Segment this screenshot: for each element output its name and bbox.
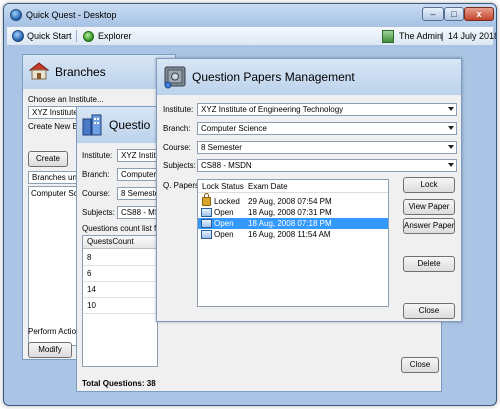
qp-course-value: 8 Semester	[201, 143, 242, 152]
modify-button[interactable]: Modify	[28, 342, 72, 358]
q-institute-label: Institute:	[82, 151, 113, 160]
paper-status: Open	[214, 230, 234, 239]
chevron-down-icon	[448, 145, 454, 149]
menu-explorer[interactable]: Explorer	[98, 29, 132, 44]
menu-bar: Quick Start Explorer The Admin | 14 July…	[6, 26, 497, 46]
close-button[interactable]: x	[464, 7, 494, 21]
choose-institute-label: Choose an Institute...	[28, 95, 104, 104]
paper-status: Open	[214, 208, 234, 217]
paper-status: Locked	[214, 197, 240, 206]
qp-institute-value: XYZ Institute of Engineering Technology	[201, 105, 344, 114]
papers-list-header: Lock Status Exam Date	[198, 180, 388, 193]
table-row[interactable]: 6	[83, 266, 157, 282]
qp-header: Question Papers Management	[157, 59, 461, 95]
total-questions: Total Questions: 38	[82, 379, 156, 388]
menu-divider	[76, 30, 77, 42]
safe-icon	[162, 65, 188, 89]
current-date: 14 July 2018	[448, 31, 497, 41]
q-subjects-label: Subjects:	[82, 208, 115, 217]
branches-header: Branches	[23, 55, 175, 89]
folder-icon	[201, 230, 212, 239]
chevron-down-icon	[448, 163, 454, 167]
qp-papers-label: Q. Papers	[163, 181, 200, 190]
paper-date: 29 Aug, 2008 07:54 PM	[248, 197, 332, 206]
qp-branch-label: Branch:	[163, 124, 191, 133]
app-icon	[10, 9, 22, 21]
chevron-down-icon	[448, 107, 454, 111]
folder-icon	[201, 219, 212, 228]
qp-institute-combo[interactable]: XYZ Institute of Engineering Technology	[197, 103, 457, 116]
chevron-down-icon	[448, 126, 454, 130]
q-branch-combo[interactable]: Computer Sc	[117, 168, 157, 181]
paper-date: 18 Aug, 2008 07:31 PM	[248, 208, 332, 217]
user-name: The Admin	[399, 31, 443, 41]
menu-quick-start[interactable]: Quick Start	[27, 29, 72, 44]
window-title: Quick Quest - Desktop	[26, 10, 117, 20]
column-header-questscount[interactable]: QuestsCount	[83, 236, 157, 249]
qp-branch-combo[interactable]: Computer Science	[197, 122, 457, 135]
q-course-combo[interactable]: 8 Semester	[117, 187, 157, 200]
maximize-button[interactable]: □	[444, 7, 464, 21]
questions-title: Questio	[109, 118, 151, 132]
main-window: Quick Quest - Desktop – □ x Quick Start …	[3, 3, 497, 406]
qp-institute-label: Institute:	[163, 105, 194, 114]
table-row[interactable]: 8	[83, 250, 157, 266]
list-item[interactable]: Open 18 Aug, 2008 07:31 PM	[198, 207, 388, 218]
folder-icon	[201, 208, 212, 217]
questions-header: Questio	[77, 107, 157, 143]
table-row[interactable]: 14	[83, 282, 157, 298]
qp-branch-value: Computer Science	[201, 124, 267, 133]
qp-subjects-combo[interactable]: CS88 - MSDN	[197, 159, 457, 172]
qp-title: Question Papers Management	[192, 70, 355, 84]
desktop-area: Branches Choose an Institute... XYZ Inst…	[6, 48, 494, 404]
list-item[interactable]: Open 16 Aug, 2008 11:54 AM	[198, 229, 388, 240]
user-icon	[382, 30, 394, 43]
branches-title: Branches	[55, 65, 106, 79]
q-branch-label: Branch:	[82, 170, 110, 179]
minimize-button[interactable]: –	[422, 7, 444, 21]
q-course-label: Course:	[82, 189, 111, 198]
explorer-icon	[83, 31, 94, 42]
qp-subjects-label: Subjects:	[163, 161, 196, 170]
q-institute-combo[interactable]: XYZ Institute	[117, 149, 157, 162]
branches-icon	[28, 61, 50, 81]
create-button[interactable]: Create	[28, 151, 68, 167]
answer-paper-button[interactable]: Answer Paper	[403, 218, 455, 234]
paper-status: Open	[214, 219, 234, 228]
qp-course-label: Course:	[163, 143, 192, 152]
questions-close-button[interactable]: Close	[401, 357, 439, 373]
paper-date: 16 Aug, 2008 11:54 AM	[248, 230, 331, 239]
q-subjects-combo[interactable]: CS88 - MSDN	[117, 206, 157, 219]
qp-course-combo[interactable]: 8 Semester	[197, 141, 457, 154]
column-header-lock-status[interactable]: Lock Status	[202, 182, 244, 191]
paper-date: 18 Aug, 2008 07:18 PM	[248, 219, 332, 228]
delete-button[interactable]: Delete	[403, 256, 455, 272]
qp-subjects-value: CS88 - MSDN	[201, 161, 252, 170]
quick-start-icon	[12, 30, 24, 42]
count-grid: QuestsCount 8 6 14 10	[82, 235, 158, 367]
qp-close-button[interactable]: Close	[403, 303, 455, 319]
lock-icon	[202, 193, 211, 206]
lock-button[interactable]: Lock	[403, 177, 455, 193]
list-item-selected[interactable]: Open 18 Aug, 2008 07:18 PM	[198, 218, 388, 229]
buildings-icon	[81, 113, 105, 137]
view-paper-button[interactable]: View Paper	[403, 199, 455, 215]
papers-list: Lock Status Exam Date Locked 29 Aug, 200…	[197, 179, 389, 307]
list-item[interactable]: Locked 29 Aug, 2008 07:54 PM	[198, 193, 388, 207]
title-bar[interactable]: Quick Quest - Desktop – □ x	[4, 4, 496, 26]
qp-window: Question Papers Management Institute: XY…	[156, 58, 462, 322]
table-row[interactable]: 10	[83, 298, 157, 314]
column-header-exam-date[interactable]: Exam Date	[248, 182, 288, 191]
menu-divider-text: |	[441, 31, 444, 41]
